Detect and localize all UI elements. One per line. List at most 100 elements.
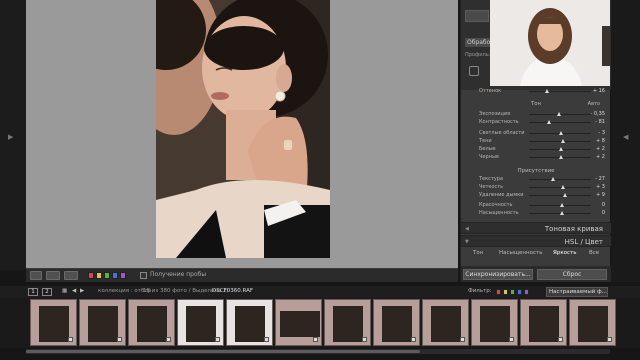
slider-presence-3-handle[interactable] bbox=[560, 203, 564, 207]
filmstrip-thumbnail[interactable] bbox=[30, 299, 77, 346]
slider-presence-3[interactable]: Красочность 0 bbox=[461, 202, 611, 210]
slider-presence-2-handle[interactable] bbox=[563, 193, 567, 197]
slider-presence-4[interactable]: Насыщенность 0 bbox=[461, 210, 611, 218]
edited-badge-icon bbox=[460, 337, 465, 342]
eyedropper-icon[interactable] bbox=[469, 66, 479, 76]
slider-tone-4-track[interactable] bbox=[529, 141, 591, 142]
tab-hue[interactable]: Тон bbox=[473, 250, 483, 256]
thumbnail-image bbox=[137, 306, 167, 342]
forward-arrow-icon[interactable]: ▶ bbox=[80, 288, 84, 294]
hsl-header[interactable]: ▼ HSL / Цвет bbox=[461, 235, 611, 247]
label-blue-icon[interactable] bbox=[112, 272, 118, 279]
slider-tone-4-handle[interactable] bbox=[561, 139, 565, 143]
slider-presence-4-label: Насыщенность bbox=[479, 210, 519, 216]
slider-presence-1-value[interactable]: + 3 bbox=[596, 184, 605, 190]
expand-left-panel-icon[interactable]: ▶ bbox=[8, 133, 13, 141]
filmstrip-thumbnail[interactable] bbox=[79, 299, 126, 346]
slider-presence-0-value[interactable]: - 27 bbox=[595, 176, 605, 182]
tone-curve-label: Тоновая кривая bbox=[544, 225, 603, 233]
main-photo[interactable] bbox=[156, 0, 330, 258]
tab-luminance[interactable]: Яркость bbox=[553, 250, 576, 256]
slider-tint[interactable]: Оттенок + 16 bbox=[461, 88, 611, 96]
label-yellow-icon[interactable] bbox=[96, 272, 102, 279]
back-arrow-icon[interactable]: ◀ bbox=[72, 288, 76, 294]
monitor-2-button[interactable]: 2 bbox=[42, 288, 52, 296]
grid-icon[interactable]: ▦ bbox=[62, 288, 67, 294]
filmstrip-thumbnail[interactable] bbox=[422, 299, 469, 346]
slider-tone-4-value[interactable]: + 8 bbox=[596, 138, 605, 144]
filmstrip-thumbnail[interactable] bbox=[520, 299, 567, 346]
slider-tone-6-label: Черные bbox=[479, 154, 499, 160]
slider-tone-3-value[interactable]: - 3 bbox=[598, 130, 605, 136]
slider-presence-4-value[interactable]: 0 bbox=[602, 210, 605, 216]
webcam-overlay bbox=[490, 0, 610, 86]
sync-button[interactable]: Синхронизировать... bbox=[463, 269, 533, 280]
slider-tone-6-value[interactable]: + 2 bbox=[596, 154, 605, 160]
slider-presence-1-handle[interactable] bbox=[561, 185, 565, 189]
reset-button[interactable]: Сброс bbox=[537, 269, 607, 280]
slider-tone-1[interactable]: Экспозиция - 0,35 bbox=[461, 111, 611, 119]
slider-presence-1-track[interactable] bbox=[529, 187, 591, 188]
slider-tone-3[interactable]: Светлые области - 3 bbox=[461, 130, 611, 138]
collapse-triangle-icon: ◀ bbox=[465, 226, 469, 232]
slider-tint-track[interactable] bbox=[529, 91, 591, 92]
slider-presence-0-handle[interactable] bbox=[551, 177, 555, 181]
filmstrip-thumbnail[interactable] bbox=[177, 299, 224, 346]
collapse-right-panel-icon[interactable]: ◀ bbox=[623, 133, 628, 141]
tone-curve-header[interactable]: ◀ Тоновая кривая bbox=[461, 222, 611, 234]
label-red-icon[interactable] bbox=[88, 272, 94, 279]
slider-presence-2[interactable]: Удаление дымки + 9 bbox=[461, 192, 611, 200]
slider-tone-2-track[interactable] bbox=[529, 122, 591, 123]
slider-tone-2-handle[interactable] bbox=[547, 120, 551, 124]
slider-presence-0-track[interactable] bbox=[529, 179, 591, 180]
slider-tone-3-handle[interactable] bbox=[559, 131, 563, 135]
filmstrip-thumbnail[interactable] bbox=[373, 299, 420, 346]
slider-tone-6-handle[interactable] bbox=[559, 155, 563, 159]
slider-tone-2-value[interactable]: - 81 bbox=[595, 119, 605, 125]
filter-green-icon[interactable] bbox=[510, 289, 515, 295]
slider-presence-3-value[interactable]: 0 bbox=[602, 202, 605, 208]
slider-tint-handle[interactable] bbox=[545, 89, 549, 93]
slider-presence-1[interactable]: Четкость + 3 bbox=[461, 184, 611, 192]
tool-strip-icon[interactable] bbox=[465, 10, 489, 22]
soft-proof-checkbox[interactable] bbox=[140, 272, 147, 279]
filmstrip-scrollbar[interactable] bbox=[26, 349, 610, 354]
filmstrip-thumbnail[interactable] bbox=[128, 299, 175, 346]
slider-tint-value[interactable]: + 16 bbox=[593, 88, 605, 94]
slider-tone-4[interactable]: Тени + 8 bbox=[461, 138, 611, 146]
filmstrip-thumbnail[interactable] bbox=[569, 299, 616, 346]
monitor-1-button[interactable]: 1 bbox=[28, 288, 38, 296]
filmstrip-thumbnail[interactable] bbox=[226, 299, 273, 346]
slider-tone-6[interactable]: Черные + 2 bbox=[461, 154, 611, 162]
slider-presence-4-handle[interactable] bbox=[560, 211, 564, 215]
slider-presence-2-track[interactable] bbox=[529, 195, 591, 196]
filmstrip-thumbnail[interactable] bbox=[324, 299, 371, 346]
filter-red-icon[interactable] bbox=[496, 289, 501, 295]
filmstrip-thumbnail[interactable] bbox=[275, 299, 322, 346]
label-green-icon[interactable] bbox=[104, 272, 110, 279]
tab-saturation[interactable]: Насыщенность bbox=[499, 250, 542, 256]
slider-tone-5-value[interactable]: + 2 bbox=[596, 146, 605, 152]
filter-preset-select[interactable]: Настраиваемый ф... bbox=[546, 287, 608, 297]
slider-tone-5-handle[interactable] bbox=[559, 147, 563, 151]
slider-tone-2[interactable]: Контрастность - 81 bbox=[461, 119, 611, 127]
label-purple-icon[interactable] bbox=[120, 272, 126, 279]
filter-blue-icon[interactable] bbox=[517, 289, 522, 295]
filmstrip-scroll-thumb[interactable] bbox=[26, 350, 420, 353]
slider-presence-0[interactable]: Текстура - 27 bbox=[461, 176, 611, 184]
compare-view-button[interactable] bbox=[64, 271, 78, 280]
thumbnail-image bbox=[480, 306, 510, 342]
slider-tone-1-handle[interactable] bbox=[557, 112, 561, 116]
slider-tone-1-value[interactable]: - 0,35 bbox=[590, 111, 605, 117]
right-side-strip[interactable]: ◀ bbox=[611, 0, 640, 282]
slider-presence-2-value[interactable]: + 9 bbox=[596, 192, 605, 198]
filmstrip-thumbnail[interactable] bbox=[471, 299, 518, 346]
filter-purple-icon[interactable] bbox=[524, 289, 529, 295]
slider-tone-5[interactable]: Белые + 2 bbox=[461, 146, 611, 154]
tone-auto-button[interactable]: Авто bbox=[588, 101, 600, 107]
filter-yellow-icon[interactable] bbox=[503, 289, 508, 295]
tab-all[interactable]: Все bbox=[589, 250, 599, 256]
loupe-view-button[interactable] bbox=[30, 271, 42, 280]
before-after-button[interactable] bbox=[46, 271, 60, 280]
left-panel-collapsed[interactable]: ▶ bbox=[0, 0, 26, 270]
